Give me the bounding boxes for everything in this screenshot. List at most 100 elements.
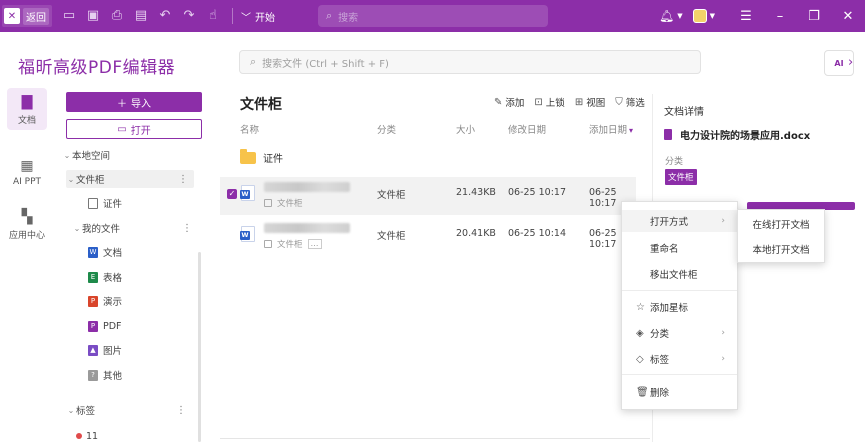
nav-type-pdf[interactable]: P PDF (88, 317, 228, 335)
app-title: 福昕高级PDF编辑器 (18, 58, 176, 78)
image-file-icon: ▲ (88, 344, 98, 356)
cell-category: 文件柜 (377, 231, 406, 242)
back-button[interactable]: ✕ 返回 (2, 5, 52, 27)
menu-divider (622, 290, 737, 291)
grid-view-icon: ⊞ (574, 96, 584, 108)
menu-item-star[interactable]: ☆ 添加星标 (622, 296, 737, 318)
menu-item-category[interactable]: ◈ 分类 › (622, 322, 737, 344)
column-header-name[interactable]: 名称 (240, 122, 259, 136)
lock-button[interactable]: ⊡ 上锁 (534, 95, 564, 110)
ai-badge-label: AI (834, 58, 844, 68)
filter-button[interactable]: ⛉ 筛选 (615, 95, 645, 110)
column-header-modified[interactable]: 修改日期 (508, 122, 546, 136)
window-controls: 🔔︎ ▼ ▼ ☰ – ❐ ✕ (645, 0, 865, 32)
menu-label: 打开方式 (650, 217, 689, 228)
more-icon[interactable]: ⋮ (176, 405, 186, 416)
more-icon[interactable]: ⋮ (182, 223, 192, 234)
new-file-icon[interactable]: ▤ (134, 9, 148, 23)
nav-label: 标签 (76, 406, 96, 417)
nav-type-image[interactable]: ▲ 图片 (88, 341, 228, 359)
nav-tag-item[interactable]: 11 (76, 427, 216, 442)
nav-type-sheet[interactable]: E 表格 (88, 268, 228, 286)
row-checkbox[interactable]: ✓ (227, 189, 237, 199)
details-title: 文档详情 (664, 107, 704, 118)
rail-item-app-center[interactable]: ▚ 应用中心 (0, 203, 54, 245)
column-header-added[interactable]: 添加日期 ▾ (589, 122, 633, 136)
id-card-icon (88, 197, 98, 209)
more-icon[interactable]: … (307, 239, 322, 249)
top-search-input[interactable]: ⌕ 搜索 (318, 5, 548, 27)
start-menu-button[interactable]: ﹀ 开始 (241, 9, 275, 24)
chevron-right-icon[interactable]: › (848, 55, 853, 70)
more-icon[interactable]: ⋮ (178, 174, 188, 185)
maximize-button[interactable]: ❐ (797, 9, 831, 24)
print-icon[interactable]: ⎙ (110, 9, 124, 23)
rail-item-documents[interactable]: ▇ 文档 (0, 88, 54, 130)
file-name-blurred (264, 223, 350, 233)
table-row[interactable]: 文件柜… 文件柜 20.41KB 06-25 10:14 06-25 10:17 (220, 218, 636, 256)
nav-label: 演示 (103, 297, 123, 308)
nav-my-files[interactable]: ⌄ 我的文件 ⋮ (72, 219, 212, 237)
context-menu: 打开方式 › 重命名 移出文件柜 ☆ 添加星标 ◈ 分类 › ◇ 标签 › 🗑︎… (621, 201, 738, 410)
rail-item-ai-ppt[interactable]: ▦ AI PPT (0, 152, 54, 191)
edit-icon: ✎ (494, 96, 503, 108)
file-search-input[interactable]: ⌕ 搜索文件 (Ctrl + Shift + F) (239, 50, 701, 74)
other-file-icon: ? (88, 369, 98, 381)
hand-tool-icon[interactable]: ☝ (206, 9, 220, 23)
menu-item-rename[interactable]: 重命名 (622, 237, 737, 259)
nav-label: 文件柜 (76, 175, 105, 186)
view-button[interactable]: ⊞ 视图 (574, 95, 605, 110)
close-button[interactable]: ✕ (831, 9, 865, 24)
nav-scrollbar[interactable] (198, 252, 201, 442)
cell-modified: 06-25 10:17 (508, 187, 567, 198)
add-button[interactable]: ✎ 添加 (494, 95, 524, 110)
nav-type-other[interactable]: ? 其他 (88, 366, 228, 384)
column-header-category[interactable]: 分类 (377, 122, 396, 136)
avatar[interactable] (692, 9, 707, 23)
toolbar-divider (232, 8, 233, 24)
action-label: 筛选 (625, 98, 645, 109)
menu-item-open-online[interactable]: 在线打开文档 (738, 213, 824, 235)
title-bar: ✕ 返回 ▭ ▣ ⎙ ▤ ↶ ↷ ☝ ﹀ 开始 ⌕ 搜索 🔔︎ ▼ ▼ ☰ – … (0, 0, 865, 32)
settings-menu-icon[interactable]: ☰ (729, 9, 763, 24)
folder-row[interactable]: 证件 (240, 148, 283, 165)
lock-icon: ⊡ (534, 96, 543, 108)
chevron-down-icon[interactable]: ▼ (677, 12, 682, 20)
file-search-placeholder: 搜索文件 (Ctrl + Shift + F) (262, 58, 389, 70)
details-filename: 电力设计院的场景应用.docx (680, 131, 811, 142)
word-file-icon (240, 185, 255, 201)
menu-item-open-local[interactable]: 本地打开文档 (738, 238, 824, 260)
undo-icon[interactable]: ↶ (158, 9, 172, 23)
menu-label: 删除 (650, 388, 670, 399)
save-icon[interactable]: ▣ (86, 9, 100, 23)
bell-icon[interactable]: 🔔︎ (659, 9, 674, 23)
folder-open-icon[interactable]: ▭ (62, 9, 76, 23)
ppt-file-icon: P (88, 295, 98, 307)
nav-type-word[interactable]: W 文档 (88, 243, 228, 261)
table-row[interactable]: ✓ 文件柜 文件柜 21.43KB 06-25 10:17 06-25 10:1… (220, 177, 636, 215)
minimize-button[interactable]: – (763, 9, 797, 24)
nav-type-slides[interactable]: P 演示 (88, 292, 228, 310)
open-button[interactable]: ▭ 打开 (66, 119, 202, 139)
nav-certificates[interactable]: 证件 (88, 194, 228, 212)
nav-label: 我的文件 (82, 224, 121, 235)
menu-label: 重命名 (650, 244, 679, 255)
category-chip[interactable]: 文件柜 (665, 169, 697, 185)
menu-item-open-with[interactable]: 打开方式 › (622, 210, 737, 232)
nav-local-space[interactable]: ⌄ 本地空间 (62, 146, 202, 164)
menu-item-remove-from-cabinet[interactable]: 移出文件柜 (622, 263, 737, 285)
import-button[interactable]: ＋ 导入 (66, 92, 202, 112)
file-name-blurred (264, 182, 350, 192)
chevron-down-icon: ⌄ (67, 405, 75, 415)
chevron-down-icon[interactable]: ▼ (710, 12, 715, 20)
nav-tags[interactable]: ⌄ 标签 ⋮ (66, 401, 206, 419)
left-rail: ▇ 文档 ▦ AI PPT ▚ 应用中心 (0, 88, 54, 245)
word-file-icon: W (88, 246, 98, 258)
word-file-icon (240, 226, 255, 242)
redo-icon[interactable]: ↷ (182, 9, 196, 23)
menu-item-delete[interactable]: 🗑︎ 删除 (622, 381, 737, 403)
menu-label: 移出文件柜 (650, 270, 698, 281)
nav-cabinet[interactable]: ⌄ 文件柜 ⋮ (66, 170, 194, 188)
column-header-size[interactable]: 大小 (456, 122, 475, 136)
menu-item-tag[interactable]: ◇ 标签 › (622, 348, 737, 370)
